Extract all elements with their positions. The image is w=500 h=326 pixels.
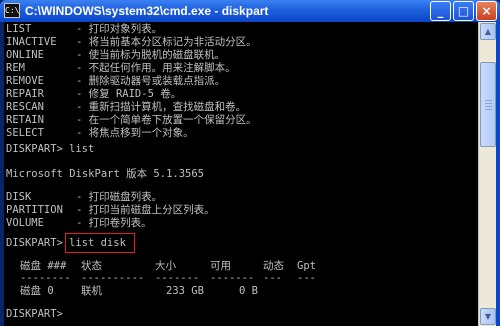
- cell-status: 联机: [81, 285, 102, 297]
- table-row: 磁盘 0 联机 233 GB 0 B: [20, 285, 258, 298]
- cell-disk: 磁盘 0: [20, 285, 54, 297]
- scroll-down-icon[interactable]: ▼: [480, 308, 496, 325]
- list-disk-highlight: [65, 233, 135, 253]
- disk-table-separator: -------- ---------- ------- ------- --- …: [20, 272, 316, 284]
- final-prompt[interactable]: DISKPART>: [6, 308, 63, 321]
- title-bar[interactable]: C:\ C:\WINDOWS\system32\cmd.exe - diskpa…: [0, 0, 500, 22]
- window-title: C:\WINDOWS\system32\cmd.exe - diskpart: [25, 4, 269, 18]
- minimize-button[interactable]: _: [430, 1, 451, 21]
- cmd-window: C:\ C:\WINDOWS\system32\cmd.exe - diskpa…: [0, 0, 500, 326]
- cmd-icon[interactable]: C:\: [4, 3, 20, 18]
- console-output[interactable]: LIST - 打印对象列表。 INACTIVE - 将当前基本分区标记为非活动分区。…: [4, 22, 478, 326]
- maximize-button[interactable]: □: [453, 1, 474, 21]
- cell-size: 233 GB: [166, 285, 204, 297]
- cell-free: 0 B: [239, 285, 258, 297]
- window-frame-right: [496, 22, 500, 326]
- close-button[interactable]: ×: [476, 1, 497, 21]
- scroll-thumb[interactable]: [480, 62, 496, 147]
- vertical-scrollbar[interactable]: ▲ ▼: [478, 22, 496, 326]
- scroll-up-icon[interactable]: ▲: [480, 23, 496, 40]
- version-line: Microsoft DiskPart 版本 5.1.3565: [6, 168, 205, 180]
